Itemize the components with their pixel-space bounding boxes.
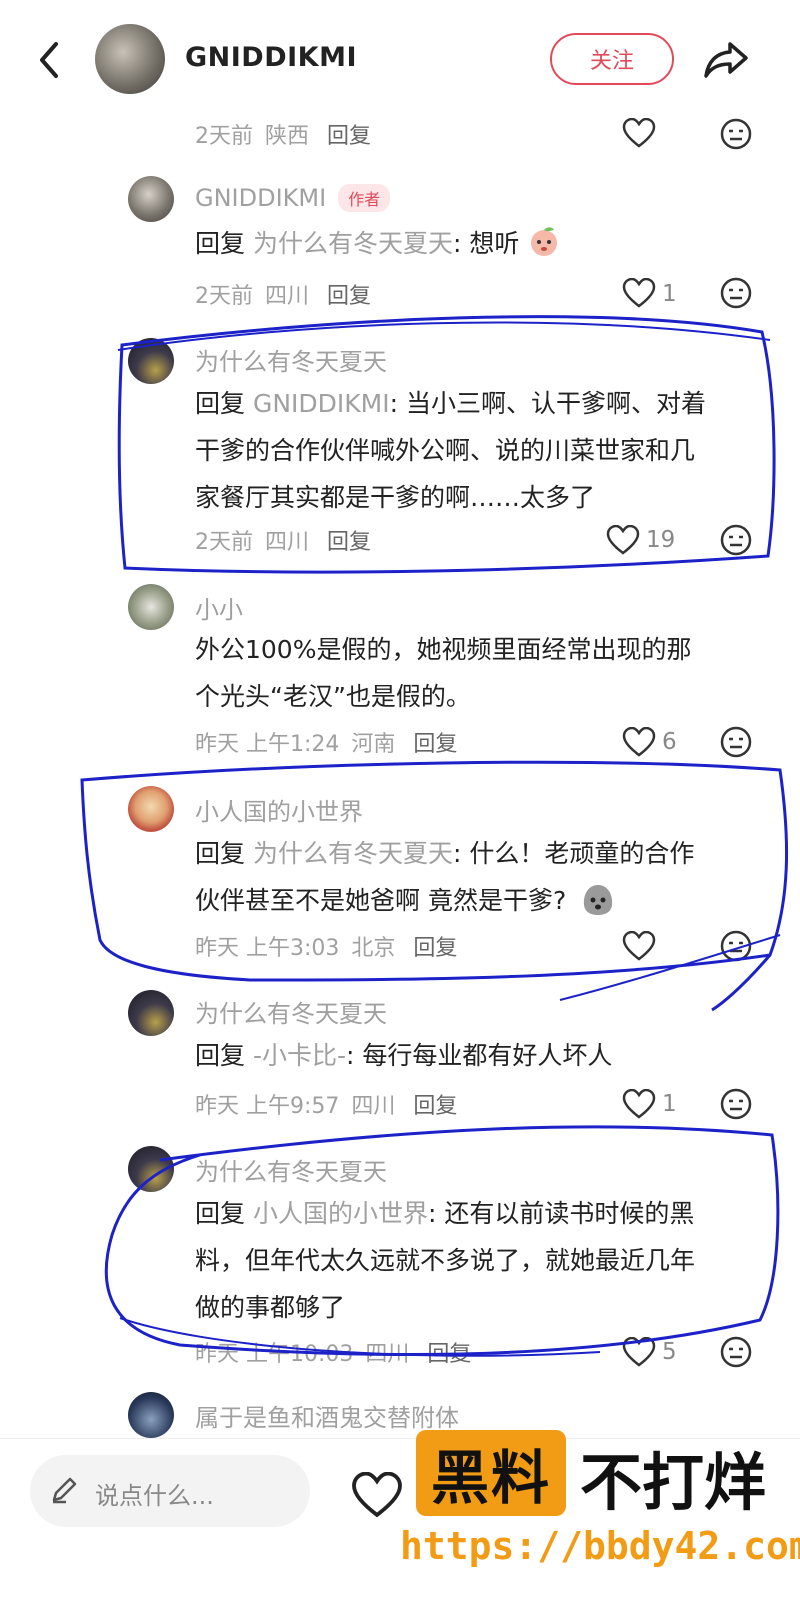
follow-button[interactable]: 关注 <box>550 33 674 85</box>
author-avatar[interactable] <box>95 24 165 94</box>
share-button[interactable] <box>700 36 752 84</box>
like-count: 19 <box>646 527 676 553</box>
mention-link[interactable]: 小人国的小世界 <box>253 1199 428 1228</box>
meh-emoji-icon[interactable] <box>720 930 752 962</box>
heart-icon[interactable] <box>622 1337 656 1367</box>
comment-meta: 2天前 四川 回复 <box>195 284 372 309</box>
reply-link[interactable]: 回复 <box>427 1342 471 1367</box>
avatar[interactable] <box>128 176 174 222</box>
meh-emoji-icon[interactable] <box>720 118 752 150</box>
back-button[interactable] <box>30 38 70 82</box>
comment-username[interactable]: 为什么有冬天夏天 <box>195 994 387 1029</box>
comment-time: 2天前 <box>195 124 253 149</box>
comment-username[interactable]: 为什么有冬天夏天 <box>195 342 387 377</box>
comment-username[interactable]: 小小 <box>195 590 243 625</box>
watermark-logo-box: 黑料 <box>416 1430 566 1516</box>
reply-link[interactable]: 回复 <box>413 732 457 757</box>
mention-link[interactable]: -小卡比- <box>253 1041 346 1070</box>
reply-link[interactable]: 回复 <box>413 936 457 961</box>
comment-text: 回复 为什么有冬天夏天: 想听 <box>195 220 561 267</box>
meh-emoji-icon[interactable] <box>720 277 752 309</box>
comment-username[interactable]: 小人国的小世界 <box>195 792 363 827</box>
comment-username[interactable]: GNIDDIKMI <box>195 184 326 212</box>
mention-link[interactable]: GNIDDIKMI <box>253 389 390 418</box>
heart-icon[interactable] <box>606 525 640 555</box>
comment-username[interactable]: 属于是鱼和酒鬼交替附体 <box>195 1398 459 1433</box>
comment-text: 回复 为什么有冬天夏天: 什么！老顽童的合作 伙伴甚至不是她爸啊 竟然是干爹? <box>195 839 695 915</box>
avatar[interactable] <box>128 1392 174 1438</box>
comment-meta: 昨天 上午1:24 河南 回复 <box>195 732 458 757</box>
page-title[interactable]: GNIDDIKMI <box>185 42 357 73</box>
avatar[interactable] <box>128 990 174 1036</box>
watermark-text: 不打烊 <box>580 1446 767 1519</box>
heart-icon[interactable] <box>622 1089 656 1119</box>
comment-meta: 2天前 陕西 回复 <box>195 118 371 150</box>
avatar[interactable] <box>128 338 174 384</box>
meh-emoji-icon[interactable] <box>720 524 752 556</box>
comment-text: 回复 GNIDDIKMI: 当小三啊、认干爹啊、对着 干爹的合作伙伴喊外公啊、说… <box>195 389 707 512</box>
comment-meta: 昨天 上午10:03 四川 回复 <box>195 1342 472 1367</box>
mention-link[interactable]: 为什么有冬天夏天 <box>253 839 453 868</box>
like-count: 1 <box>662 281 677 307</box>
heart-icon[interactable] <box>622 118 656 148</box>
peach-emoji-icon <box>531 227 558 256</box>
like-count: 5 <box>662 1339 677 1365</box>
like-count: 6 <box>662 729 677 755</box>
watermark-url: https://bbdy42.com <box>400 1524 800 1568</box>
avatar[interactable] <box>128 584 174 630</box>
avatar[interactable] <box>128 786 174 832</box>
comment-text: 回复 小人国的小世界: 还有以前读书时候的黑 料，但年代太久远就不多说了，就她最… <box>195 1199 696 1322</box>
comment-location: 陕西 <box>265 124 310 149</box>
reply-link[interactable]: 回复 <box>413 1094 457 1119</box>
heart-icon[interactable] <box>622 931 656 961</box>
comment-input-placeholder: 说点什么... <box>95 1482 214 1510</box>
comment-meta: 昨天 上午9:57 四川 回复 <box>195 1094 458 1119</box>
meh-emoji-icon[interactable] <box>720 726 752 758</box>
blob-emoji-icon <box>584 885 613 915</box>
meh-emoji-icon[interactable] <box>720 1336 752 1368</box>
meh-emoji-icon[interactable] <box>720 1088 752 1120</box>
share-arrow-icon <box>704 42 748 78</box>
heart-icon[interactable] <box>622 727 656 757</box>
like-count: 1 <box>662 1091 677 1117</box>
comment-username[interactable]: 为什么有冬天夏天 <box>195 1152 387 1187</box>
reply-link[interactable]: 回复 <box>327 124 371 149</box>
comment-header: GNIDDIKMI 作者 <box>195 184 391 212</box>
comment-meta: 2天前 四川 回复 <box>195 530 372 555</box>
comment-text: 回复 -小卡比-: 每行每业都有好人坏人 <box>195 1041 613 1070</box>
heart-icon[interactable] <box>622 278 656 308</box>
chevron-left-icon <box>40 42 58 78</box>
reply-link[interactable]: 回复 <box>327 284 371 309</box>
author-badge: 作者 <box>338 184 391 212</box>
comment-text: 外公100%是假的，她视频里面经常出现的那 个光头“老汉”也是假的。 <box>195 635 692 711</box>
comment-meta: 昨天 上午3:03 北京 回复 <box>195 936 458 961</box>
mention-link[interactable]: 为什么有冬天夏天 <box>253 229 453 258</box>
reply-link[interactable]: 回复 <box>327 530 371 555</box>
avatar[interactable] <box>128 1146 174 1192</box>
pencil-icon <box>52 1477 77 1504</box>
like-heart-icon[interactable] <box>350 1472 404 1518</box>
